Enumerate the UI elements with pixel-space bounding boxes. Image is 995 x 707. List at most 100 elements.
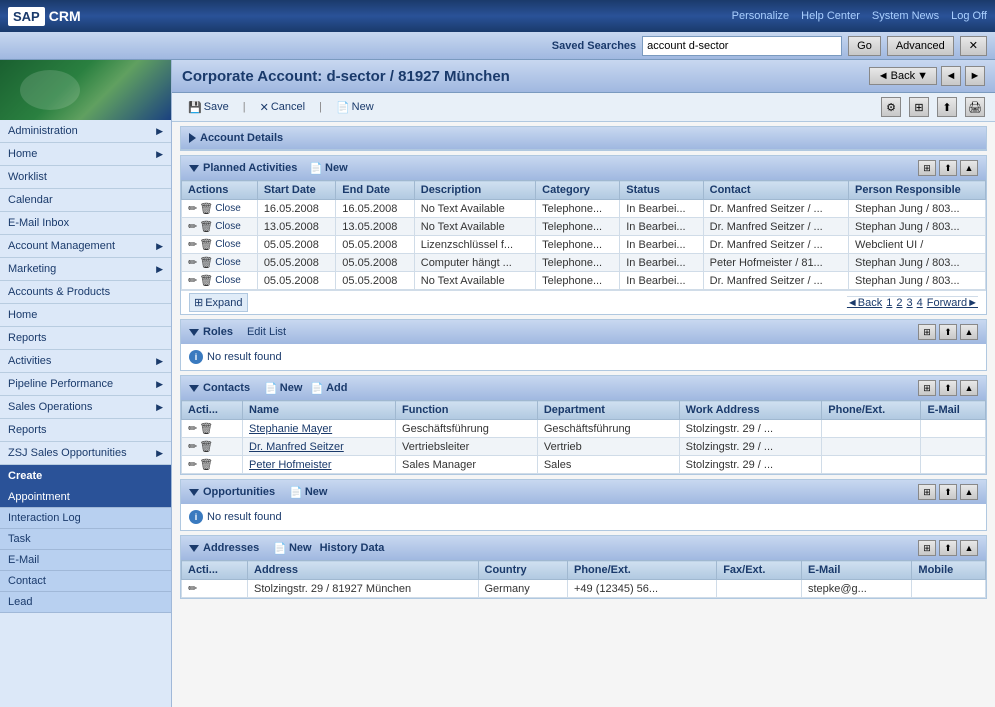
settings-icon-button[interactable]: ⚙ [881,97,901,117]
trash-icon[interactable]: 🗑 [199,440,213,453]
sidebar-create-email[interactable]: E-Mail [0,550,171,571]
nav-next-button[interactable]: ► [965,66,985,86]
contacts-add-btn[interactable]: 📄 Add [310,382,347,395]
go-button[interactable]: Go [848,36,881,56]
forward-page-link[interactable]: Forward► [927,297,978,309]
help-center-link[interactable]: Help Center [801,10,860,22]
pa-export-btn[interactable]: ⬆ [939,160,957,176]
print-icon-button[interactable]: 🖨 [965,97,985,117]
personalize-link[interactable]: Personalize [732,10,789,22]
pencil-icon[interactable]: ✏ [188,220,197,233]
addresses-history-btn[interactable]: History Data [320,542,385,554]
save-button[interactable]: 💾 Save [182,99,235,116]
close-link[interactable]: Close [215,239,241,250]
name-cell[interactable]: Peter Hofmeister [243,456,396,474]
pencil-icon[interactable]: ✏ [188,440,197,453]
sidebar-item-sales-ops[interactable]: Sales Operations ▶ [0,396,171,419]
sidebar-item-pipeline[interactable]: Pipeline Performance ▶ [0,373,171,396]
search-input[interactable] [642,36,842,56]
account-details-header[interactable]: Account Details [181,127,986,150]
export-icon-button[interactable]: ⬆ [937,97,957,117]
sidebar-item-email-inbox[interactable]: E-Mail Inbox [0,212,171,235]
addr-export-btn[interactable]: ⬆ [939,540,957,556]
sidebar-create-interaction-log[interactable]: Interaction Log [0,508,171,529]
pencil-icon[interactable]: ✏ [188,256,197,269]
search-close-button[interactable]: ✕ [960,36,987,56]
close-link[interactable]: Close [215,203,241,214]
contacts-header[interactable]: Contacts 📄 New 📄 Add ⊞ ⬆ ▲ [181,376,986,400]
expand-button[interactable]: ⊞ Expand [189,293,248,312]
log-off-link[interactable]: Log Off [951,10,987,22]
page-2-link[interactable]: 2 [896,297,902,309]
trash-icon[interactable]: 🗑 [199,256,213,269]
roles-header[interactable]: Roles Edit List ⊞ ⬆ ▲ [181,320,986,344]
sidebar-item-administration[interactable]: Administration ▶ [0,120,171,143]
pencil-icon[interactable]: ✏ [188,422,197,435]
addresses-header[interactable]: Addresses 📄 New History Data ⊞ ⬆ ▲ [181,536,986,560]
contacts-collapse-btn[interactable]: ▲ [960,380,978,396]
page-1-link[interactable]: 1 [886,297,892,309]
roles-collapse-btn[interactable]: ▲ [960,324,978,340]
roles-export-btn[interactable]: ⬆ [939,324,957,340]
planned-activities-new-btn[interactable]: 📄 New [309,162,347,175]
contacts-export-btn[interactable]: ⬆ [939,380,957,396]
sidebar-item-marketing[interactable]: Marketing ▶ [0,258,171,281]
trash-icon[interactable]: 🗑 [199,458,213,471]
trash-icon[interactable]: 🗑 [199,202,213,215]
cancel-button[interactable]: ✕ Cancel [254,99,311,116]
system-news-link[interactable]: System News [872,10,939,22]
trash-icon[interactable]: 🗑 [199,220,213,233]
sidebar-item-activities[interactable]: Activities ▶ [0,350,171,373]
close-link[interactable]: Close [215,275,241,286]
advanced-button[interactable]: Advanced [887,36,954,56]
sidebar-item-reports2[interactable]: Reports [0,419,171,442]
sidebar-item-home[interactable]: Home ▶ [0,143,171,166]
addr-settings-btn[interactable]: ⊞ [918,540,936,556]
opp-export-btn[interactable]: ⬆ [939,484,957,500]
nav-prev-button[interactable]: ◄ [941,66,961,86]
sidebar-item-accounts-products[interactable]: Accounts & Products [0,281,171,304]
layout-icon-button[interactable]: ⊞ [909,97,929,117]
sidebar-create-contact[interactable]: Contact [0,571,171,592]
pencil-icon[interactable]: ✏ [188,458,197,471]
back-page-link[interactable]: ◄Back [847,297,882,309]
trash-icon[interactable]: 🗑 [199,274,213,287]
opportunities-header[interactable]: Opportunities 📄 New ⊞ ⬆ ▲ [181,480,986,504]
trash-icon[interactable]: 🗑 [199,422,213,435]
sidebar-create-appointment[interactable]: Appointment [0,487,171,508]
close-link[interactable]: Close [215,257,241,268]
planned-activities-table: Actions Start Date End Date Description … [181,180,986,290]
name-cell[interactable]: Stephanie Mayer [243,420,396,438]
sidebar-item-worklist[interactable]: Worklist [0,166,171,189]
page-4-link[interactable]: 4 [917,297,923,309]
sidebar-item-account-management[interactable]: Account Management ▶ [0,235,171,258]
roles-settings-btn[interactable]: ⊞ [918,324,936,340]
opp-collapse-btn[interactable]: ▲ [960,484,978,500]
sidebar-item-calendar[interactable]: Calendar [0,189,171,212]
pa-settings-btn[interactable]: ⊞ [918,160,936,176]
pencil-icon[interactable]: ✏ [188,274,197,287]
sidebar-item-zsj[interactable]: ZSJ Sales Opportunities ▶ [0,442,171,465]
sidebar-item-home2[interactable]: Home [0,304,171,327]
pa-collapse-btn[interactable]: ▲ [960,160,978,176]
addresses-new-btn[interactable]: 📄 New [273,542,311,555]
new-button[interactable]: 📄 New [330,99,380,116]
contacts-settings-btn[interactable]: ⊞ [918,380,936,396]
addr-collapse-btn[interactable]: ▲ [960,540,978,556]
pencil-icon[interactable]: ✏ [188,238,197,251]
opp-settings-btn[interactable]: ⊞ [918,484,936,500]
opportunities-new-btn[interactable]: 📄 New [289,486,327,499]
back-button[interactable]: ◄ Back ▼ [869,67,937,85]
name-cell[interactable]: Dr. Manfred Seitzer [243,438,396,456]
planned-activities-header[interactable]: Planned Activities 📄 New ⊞ ⬆ ▲ [181,156,986,180]
pencil-icon[interactable]: ✏ [188,202,197,215]
pencil-icon[interactable]: ✏ [188,582,197,595]
sidebar-create-lead[interactable]: Lead [0,592,171,613]
sidebar-item-reports1[interactable]: Reports [0,327,171,350]
sidebar-create-task[interactable]: Task [0,529,171,550]
contacts-new-btn[interactable]: 📄 New [264,382,302,395]
edit-list-btn[interactable]: Edit List [247,326,286,338]
close-link[interactable]: Close [215,221,241,232]
trash-icon[interactable]: 🗑 [199,238,213,251]
page-3-link[interactable]: 3 [907,297,913,309]
